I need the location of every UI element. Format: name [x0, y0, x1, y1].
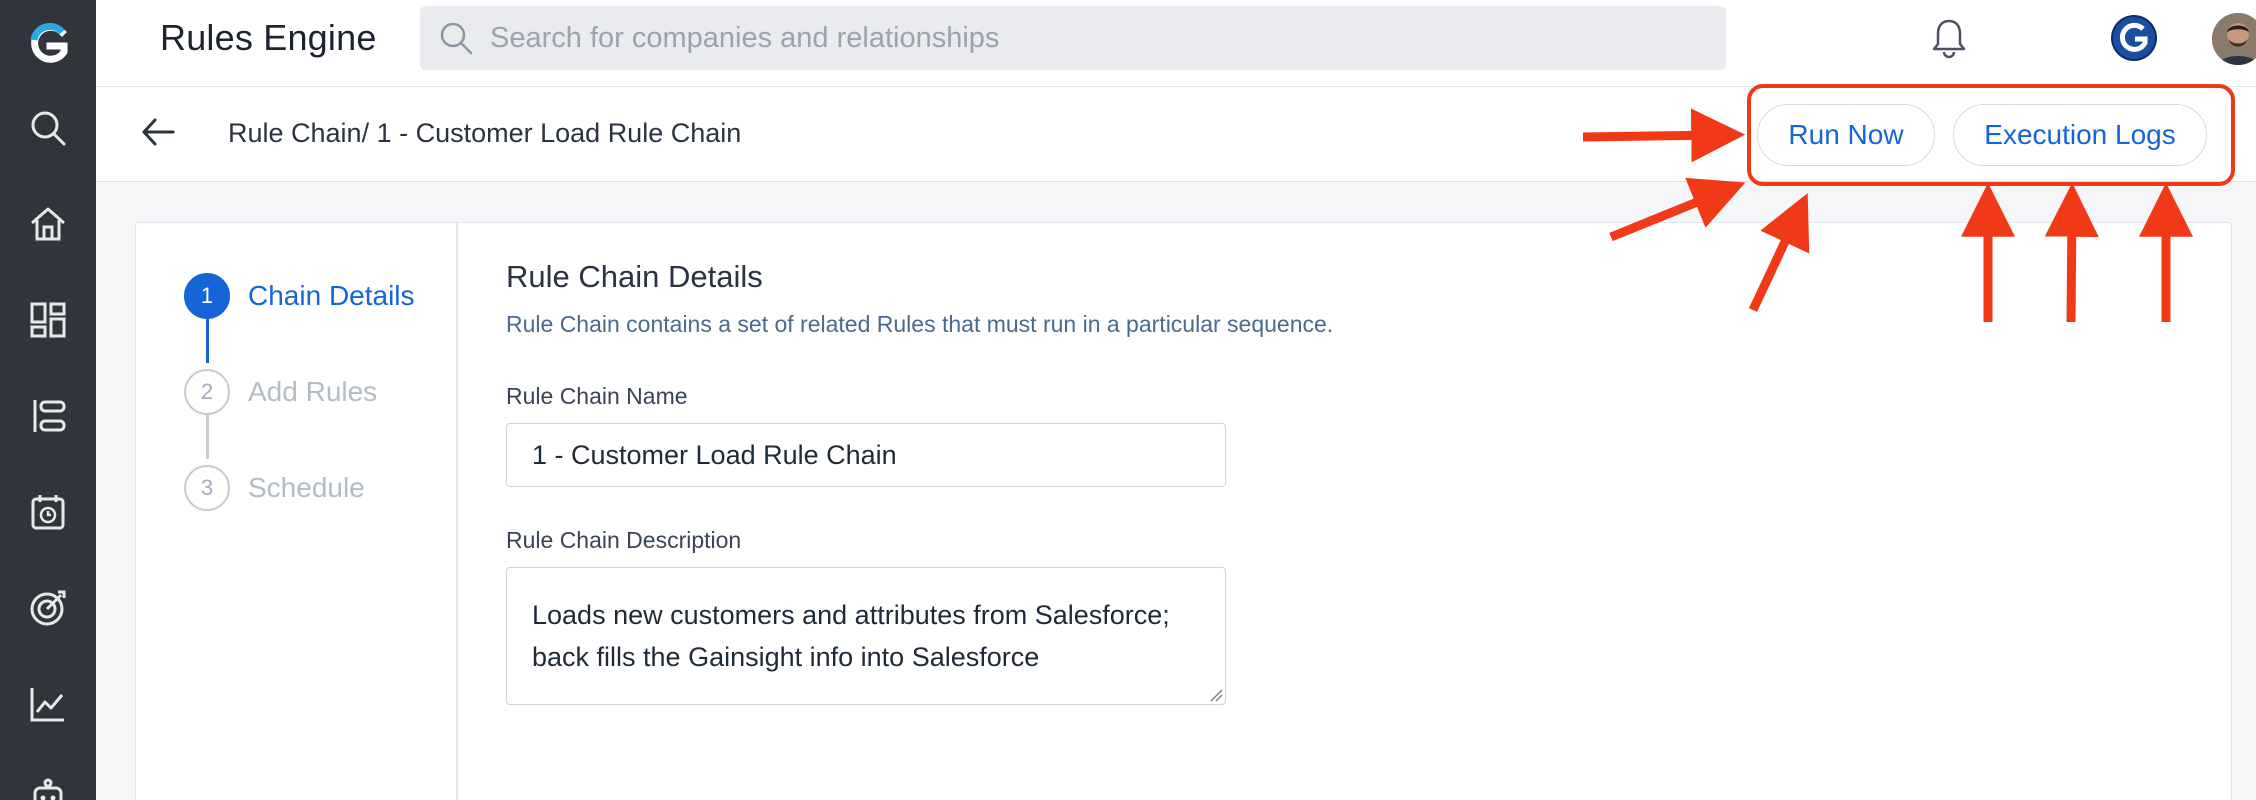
search-icon[interactable] — [24, 104, 72, 152]
step-label: Chain Details — [248, 280, 415, 311]
step-add-rules[interactable]: 2 Add Rules — [184, 369, 377, 415]
wizard-card: 1 Chain Details 2 Add Rules 3 Schedule R… — [135, 222, 2232, 800]
breadcrumb: Rule Chain/ 1 - Customer Load Rule Chain — [228, 118, 742, 148]
app-title: Rules Engine — [160, 17, 377, 58]
step-number: 1 — [184, 273, 230, 319]
step-chain-details[interactable]: 1 Chain Details — [184, 273, 415, 319]
top-header: Rules Engine Search for companies and re… — [96, 0, 2256, 87]
step-connector — [206, 319, 209, 363]
page-header: Rule Chain/ 1 - Customer Load Rule Chain… — [96, 88, 2256, 182]
home-icon[interactable] — [24, 200, 72, 248]
run-now-button[interactable]: Run Now — [1757, 104, 1935, 166]
wizard-stepper: 1 Chain Details 2 Add Rules 3 Schedule — [136, 223, 458, 800]
gainsight-assist-icon[interactable] — [2109, 13, 2159, 63]
rule-chain-description-textarea[interactable]: Loads new customers and attributes from … — [506, 567, 1226, 705]
section-subtitle: Rule Chain contains a set of related Rul… — [506, 311, 1334, 337]
search-icon — [436, 18, 476, 58]
chart-icon[interactable] — [24, 680, 72, 728]
resize-handle-icon[interactable] — [1209, 688, 1223, 702]
step-number: 2 — [184, 369, 230, 415]
step-label: Add Rules — [248, 376, 378, 407]
step-label: Schedule — [248, 472, 365, 503]
rule-chain-form: Rule Chain Details Rule Chain contains a… — [506, 259, 1334, 705]
rule-chain-description-label: Rule Chain Description — [506, 527, 742, 553]
search-input[interactable]: Search for companies and relationships — [490, 22, 999, 55]
execution-logs-button[interactable]: Execution Logs — [1953, 104, 2207, 166]
left-nav-rail — [0, 0, 96, 800]
step-connector — [206, 415, 209, 459]
logo-g-icon[interactable] — [24, 18, 72, 72]
timeline-icon[interactable] — [24, 392, 72, 440]
back-arrow-icon[interactable] — [136, 110, 180, 154]
user-avatar[interactable] — [2212, 13, 2256, 65]
target-icon[interactable] — [24, 584, 72, 632]
step-schedule[interactable]: 3 Schedule — [184, 465, 365, 511]
rule-chain-name-label: Rule Chain Name — [506, 383, 688, 409]
dashboard-icon[interactable] — [24, 296, 72, 344]
global-search[interactable]: Search for companies and relationships — [420, 6, 1726, 70]
calendar-icon[interactable] — [24, 488, 72, 536]
robot-icon[interactable] — [24, 774, 72, 800]
notification-bell-icon[interactable] — [1926, 14, 1972, 62]
description-text: Loads new customers and attributes from … — [532, 600, 1170, 672]
section-title: Rule Chain Details — [506, 259, 763, 294]
rule-chain-name-input[interactable]: 1 - Customer Load Rule Chain — [506, 423, 1226, 487]
step-number: 3 — [184, 465, 230, 511]
